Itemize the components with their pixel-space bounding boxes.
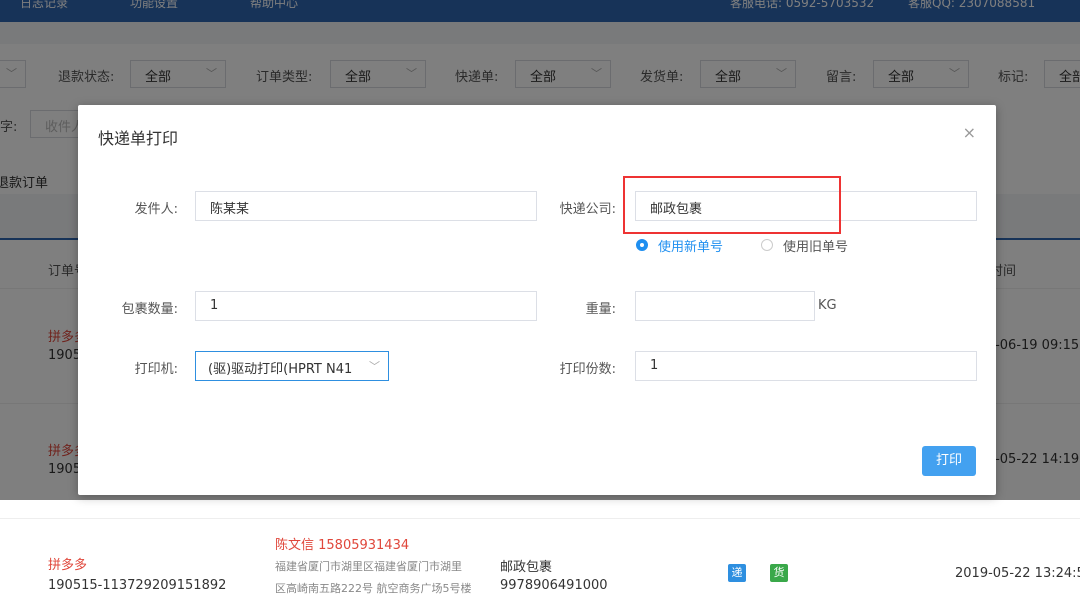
row-divider (0, 518, 1080, 519)
radio-new-number-label[interactable]: 使用新单号 (658, 236, 723, 255)
express-company: 邮政包裹 (500, 560, 553, 575)
shipping-tag-icon[interactable]: 货 (770, 564, 788, 582)
package-count-input[interactable]: 1 (195, 291, 537, 321)
company-label: 快递公司: (559, 202, 616, 217)
address-line-2: 区高崎南五路222号 航空商务广场5号楼 (275, 582, 472, 595)
package-count-label: 包裹数量: (121, 302, 178, 317)
radio-new-number[interactable] (636, 239, 648, 251)
print-dialog: 快递单打印 × 发件人: 陈某某 快递公司: 邮政包裹 使用新单号 使用旧单号 … (78, 105, 996, 495)
platform-name: 拼多多 (48, 558, 88, 573)
copies-label: 打印份数: (559, 362, 616, 377)
highlight-box (623, 176, 841, 234)
radio-old-number-label[interactable]: 使用旧单号 (783, 236, 848, 255)
sender-label: 发件人: (134, 202, 178, 217)
order-time: 2019-05-22 13:24:5 (955, 566, 1080, 581)
weight-label: 重量: (585, 302, 616, 317)
chevron-down-icon: ﹀ (369, 360, 380, 373)
copies-value: 1 (650, 358, 659, 373)
package-count-value: 1 (210, 298, 219, 313)
copies-input[interactable]: 1 (635, 351, 977, 381)
dialog-title: 快递单打印 (98, 129, 179, 148)
printer-value: (驱)驱动打印(HPRT N41 (208, 362, 353, 377)
tracking-number[interactable]: 9978906491000 (500, 578, 608, 593)
weight-input[interactable] (635, 291, 815, 321)
sender-input[interactable]: 陈某某 (195, 191, 537, 221)
address-line-1: 福建省厦门市湖里区福建省厦门市湖里 (275, 560, 462, 573)
printer-label: 打印机: (134, 362, 178, 377)
radio-old-number[interactable] (761, 239, 773, 251)
print-button[interactable]: 打印 (922, 446, 976, 476)
express-tag-icon[interactable]: 递 (728, 564, 746, 582)
printer-select[interactable]: (驱)驱动打印(HPRT N41 ﹀ (195, 351, 389, 381)
close-icon[interactable]: × (963, 123, 976, 142)
sender-value: 陈某某 (210, 202, 250, 217)
weight-unit: KG (818, 298, 837, 313)
order-number[interactable]: 190515-113729209151892 (48, 578, 226, 593)
receiver-info: 陈文信 15805931434 (275, 538, 410, 553)
